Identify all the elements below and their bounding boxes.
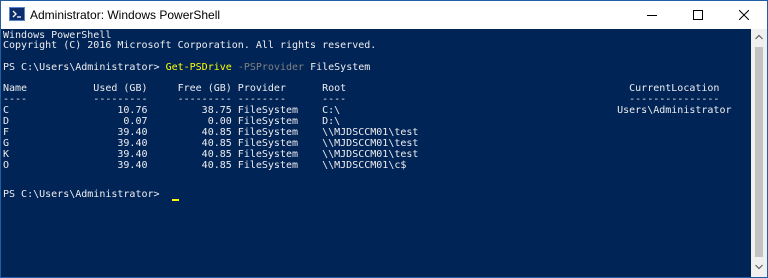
command-line: PS C:\Users\Administrator> Get-PSDrive -… — [3, 62, 370, 73]
copyright-line: Copyright (C) 2016 Microsoft Corporation… — [3, 40, 377, 51]
table-row: K 39.40 40.85 FileSystem \\MJDSCCM01\tes… — [3, 149, 419, 160]
table-row: C 10.76 38.75 FileSystem C:\ Users\Admin… — [3, 105, 732, 116]
minimize-button[interactable] — [629, 1, 675, 29]
powershell-window: Administrator: Windows PowerShell Window… — [0, 0, 768, 278]
cmdlet-text: Get-PSDrive — [165, 62, 232, 73]
close-icon — [739, 10, 749, 20]
table-header: Name Used (GB) Free (GB) Provider Root C… — [3, 83, 720, 94]
chevron-down-icon[interactable] — [755, 264, 763, 270]
maximize-button[interactable] — [675, 1, 721, 29]
prompt-text: PS C:\Users\Administrator> — [3, 62, 166, 73]
title-bar[interactable]: Administrator: Windows PowerShell — [1, 1, 767, 29]
chevron-up-icon[interactable] — [755, 34, 763, 40]
maximize-icon — [693, 10, 703, 20]
vertical-scrollbar[interactable] — [751, 29, 767, 277]
window-title: Administrator: Windows PowerShell — [30, 8, 221, 22]
minimize-icon — [647, 15, 657, 16]
current-prompt: PS C:\Users\Administrator> — [3, 189, 166, 200]
parameter-text: -PSProvider — [231, 62, 305, 73]
close-button[interactable] — [721, 1, 767, 29]
table-separator: ---- --------- --------- -------- ---- -… — [3, 94, 720, 105]
argument-text: FileSystem — [304, 62, 371, 73]
scrollbar-thumb[interactable] — [755, 47, 763, 257]
table-row: G 39.40 40.85 FileSystem \\MJDSCCM01\tes… — [3, 138, 419, 149]
table-row: F 39.40 40.85 FileSystem \\MJDSCCM01\tes… — [3, 127, 419, 138]
powershell-icon[interactable] — [9, 7, 25, 21]
table-row: O 39.40 40.85 FileSystem \\MJDSCCM01\c$ — [3, 160, 407, 171]
text-cursor — [172, 199, 179, 201]
table-row: D 0.07 0.00 FileSystem D:\ — [3, 116, 341, 127]
console-output[interactable]: Windows PowerShell Copyright (C) 2016 Mi… — [1, 29, 751, 277]
